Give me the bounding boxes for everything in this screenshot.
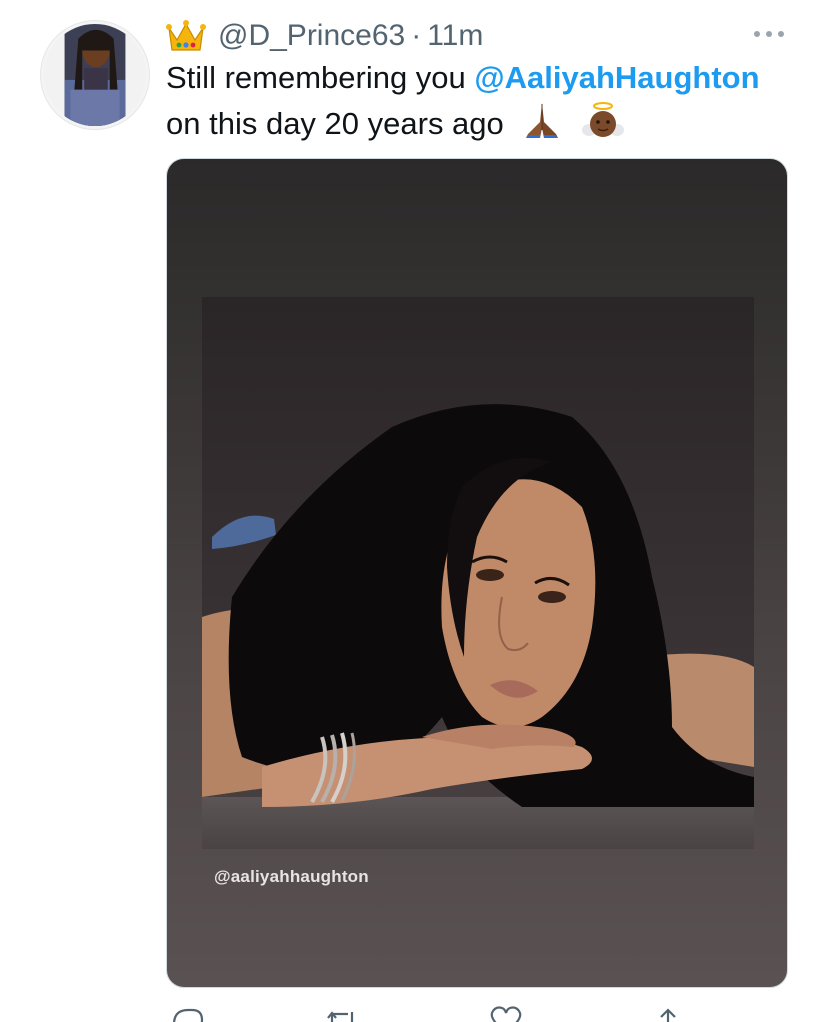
tweet: @D_Prince63 · 11m Still remembering you … xyxy=(0,0,828,1022)
header-separator: · xyxy=(411,19,422,52)
tweet-media[interactable]: @aaliyahhaughton xyxy=(166,158,788,988)
mention-link[interactable]: @AaliyahHaughton xyxy=(474,60,759,95)
share-icon[interactable] xyxy=(650,1004,686,1022)
tweet-text-end: on this day 20 years ago xyxy=(166,106,504,141)
more-options-icon[interactable] xyxy=(754,24,784,44)
media-photo[interactable] xyxy=(202,297,754,849)
tweet-actions xyxy=(166,1004,706,1022)
tweet-text-start: Still remembering you xyxy=(166,60,475,95)
like-icon[interactable] xyxy=(488,1004,524,1022)
avatar[interactable] xyxy=(40,20,150,130)
tweet-header: @D_Prince63 · 11m xyxy=(166,14,483,58)
retweet-icon[interactable] xyxy=(324,1004,360,1022)
reply-icon[interactable] xyxy=(170,1004,206,1022)
user-handle[interactable]: @D_Prince63 xyxy=(218,19,405,53)
crown-emoji-icon xyxy=(166,20,206,51)
tweet-text: Still remembering you @AaliyahHaughton o… xyxy=(166,56,806,146)
tweet-time[interactable]: 11m xyxy=(427,19,483,53)
folded-hands-emoji-icon xyxy=(526,103,559,138)
media-watermark: @aaliyahhaughton xyxy=(214,867,369,886)
baby-angel-emoji-icon xyxy=(582,102,625,137)
